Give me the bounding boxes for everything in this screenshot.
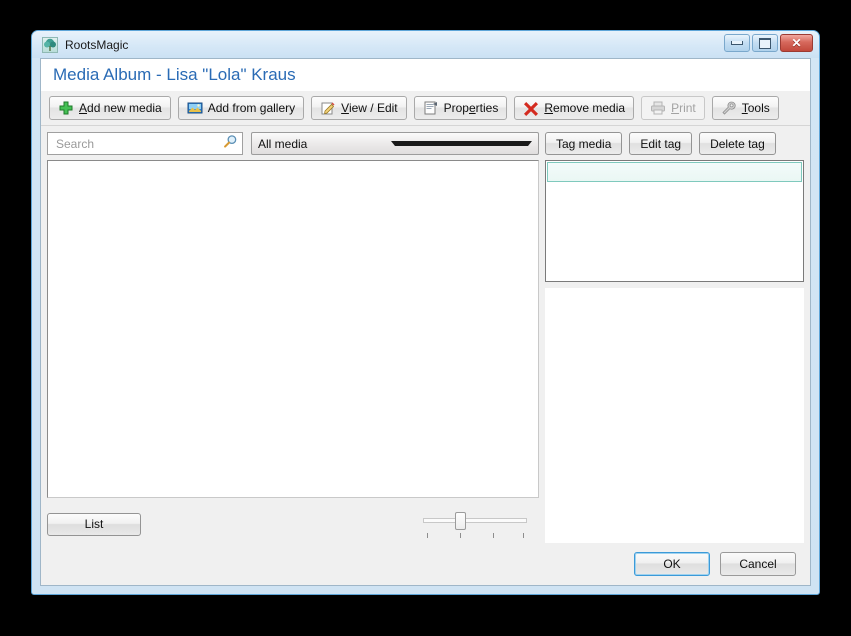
- minimize-icon[interactable]: [724, 34, 750, 52]
- delete-tag-button[interactable]: Delete tag: [699, 132, 776, 155]
- remove-media-button[interactable]: Remove media: [514, 96, 635, 120]
- add-new-media-button[interactable]: Add new media: [49, 96, 171, 120]
- tree-icon: [42, 36, 58, 53]
- media-filter-dropdown[interactable]: All media: [251, 132, 539, 155]
- tag-pane: Tag media Edit tag Delete tag: [545, 132, 804, 543]
- wrench-icon: [721, 100, 737, 116]
- page-title: Media Album - Lisa "Lola" Kraus: [53, 65, 296, 84]
- chevron-down-icon: [391, 141, 532, 146]
- slider-thumb[interactable]: [455, 512, 466, 530]
- media-list-panel[interactable]: [47, 160, 539, 498]
- clipboard-icon: [423, 100, 439, 116]
- green-plus-icon: [58, 100, 74, 116]
- cancel-button[interactable]: Cancel: [720, 552, 796, 576]
- window-controls: ✕: [724, 34, 813, 52]
- media-pane: All media List: [47, 132, 539, 543]
- header-band: Media Album - Lisa "Lola" Kraus: [41, 59, 810, 91]
- close-icon[interactable]: ✕: [780, 34, 813, 52]
- dialog-footer: OK Cancel: [41, 543, 810, 585]
- tag-list[interactable]: [545, 160, 804, 282]
- edit-tag-button[interactable]: Edit tag: [629, 132, 693, 155]
- media-toolbar: Add new media Add from gallery View / Ed…: [41, 91, 810, 126]
- properties-label: Properties: [443, 101, 499, 115]
- magnifier-icon[interactable]: [223, 134, 238, 154]
- print-button: Print: [641, 96, 705, 120]
- maximize-icon[interactable]: [752, 34, 778, 52]
- thumbnail-size-slider[interactable]: [423, 511, 527, 538]
- tools-label: Tools: [741, 101, 770, 115]
- print-label: Print: [671, 101, 696, 115]
- tools-button[interactable]: Tools: [711, 96, 779, 120]
- tag-media-button[interactable]: Tag media: [545, 132, 623, 155]
- properties-button[interactable]: Properties: [413, 96, 508, 120]
- dialog-client: Media Album - Lisa "Lola" Kraus Add new …: [40, 58, 811, 586]
- picture-icon: [187, 100, 203, 116]
- search-box[interactable]: [47, 132, 243, 155]
- add-from-gallery-label: Add from gallery: [207, 101, 296, 115]
- add-new-media-label: Add new media: [79, 101, 162, 115]
- ok-button[interactable]: OK: [634, 552, 710, 576]
- media-filter-value: All media: [258, 136, 308, 151]
- view-edit-button[interactable]: View / Edit: [311, 96, 407, 120]
- rootsmagic-window: RootsMagic ✕ Media Album - Lisa "Lola" K…: [31, 30, 820, 595]
- media-pane-footer: List: [47, 498, 539, 543]
- window-title: RootsMagic: [65, 37, 129, 52]
- slider-track: [423, 518, 527, 523]
- tag-detail-panel: [545, 288, 804, 543]
- title-bar[interactable]: RootsMagic ✕: [32, 31, 819, 58]
- list-item[interactable]: [547, 162, 802, 182]
- add-from-gallery-button[interactable]: Add from gallery: [177, 96, 305, 120]
- red-x-icon: [523, 100, 539, 116]
- remove-media-label: Remove media: [544, 101, 626, 115]
- search-input[interactable]: [54, 135, 223, 152]
- dialog-body: All media List: [41, 126, 810, 543]
- view-edit-label: View / Edit: [341, 101, 398, 115]
- slider-ticks: [423, 533, 527, 538]
- printer-icon: [650, 100, 666, 116]
- list-view-button[interactable]: List: [47, 512, 141, 536]
- pencil-edit-icon: [320, 100, 336, 116]
- search-row: All media: [47, 132, 539, 155]
- tag-buttons: Tag media Edit tag Delete tag: [545, 132, 804, 155]
